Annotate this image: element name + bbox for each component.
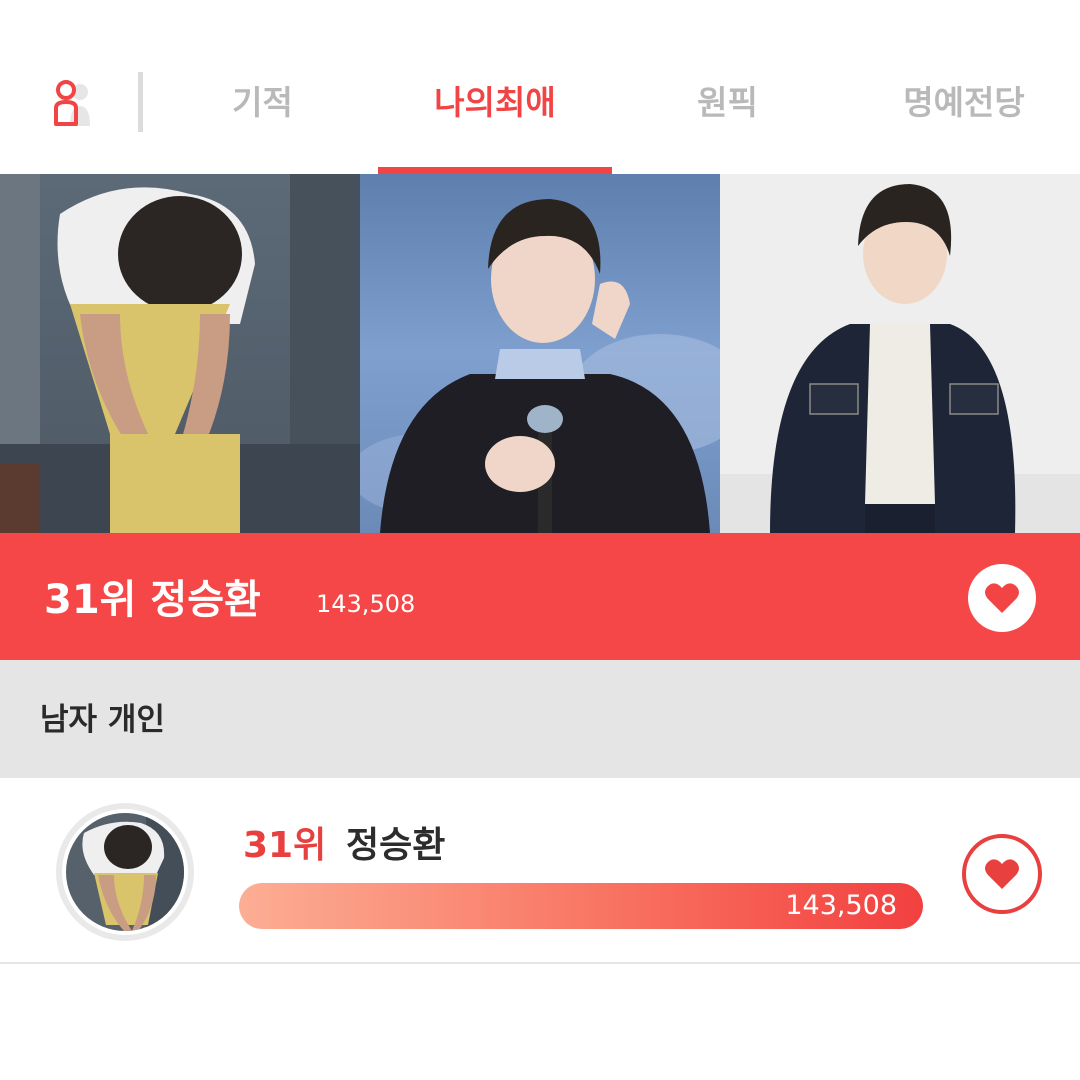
user-silhouette-icon: [54, 80, 90, 126]
rank-summary-rank: 31위: [44, 577, 137, 623]
heart-icon: [985, 859, 1019, 889]
list-item-rank: 31위: [243, 825, 327, 866]
banner-photo-bowing: [0, 174, 360, 533]
tab-divider: [138, 72, 143, 132]
section-title: 남자 개인: [40, 702, 165, 738]
top-tab-bar: 기적 나의최애 원픽 명예전당: [0, 0, 1080, 174]
tab-miracle[interactable]: 기적: [190, 80, 335, 130]
photo-banner[interactable]: [0, 174, 1080, 533]
list-item-vote-heart-button[interactable]: [962, 834, 1042, 914]
rank-summary-title: 31위 정승환: [44, 570, 261, 630]
avatar[interactable]: [56, 803, 194, 941]
profile-button[interactable]: [44, 78, 100, 128]
rank-summary-name: 정승환: [150, 577, 261, 623]
tab-one-pick[interactable]: 원픽: [655, 80, 800, 130]
tab-hall-of-fame[interactable]: 명예전당: [884, 80, 1044, 130]
active-tab-underline: [378, 167, 612, 174]
heart-icon: [985, 583, 1019, 613]
banner-photo-microphone: [360, 174, 720, 533]
vote-progress-bar: 143,508: [239, 883, 923, 929]
list-item-name: 정승환: [346, 825, 446, 866]
rank-summary-votes: 143,508: [316, 590, 416, 618]
vote-count-label: 143,508: [785, 890, 897, 921]
banner-photo-jacket: [720, 174, 1080, 533]
tab-my-favorite[interactable]: 나의최애: [378, 80, 612, 130]
vote-heart-button[interactable]: [968, 564, 1036, 632]
